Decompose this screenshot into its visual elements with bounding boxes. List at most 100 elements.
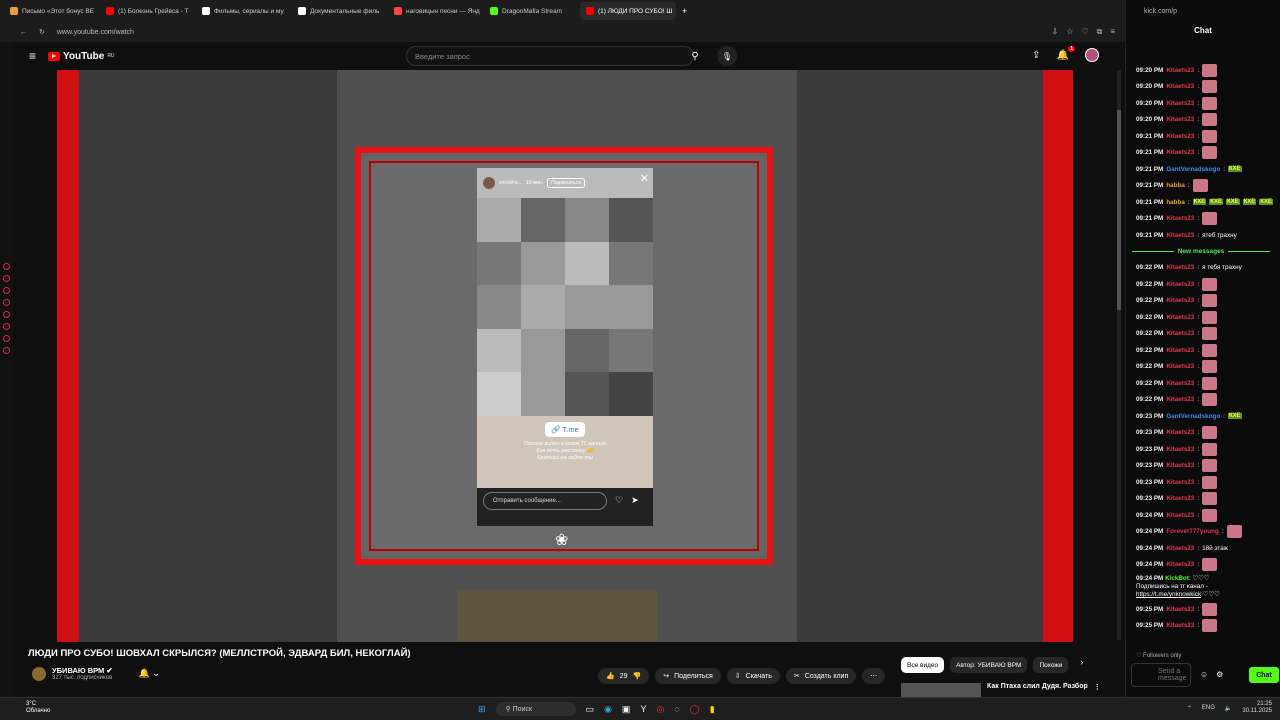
browser-tab[interactable]: (1) ЛЮДИ ПРО СУБО! Ш: [580, 2, 676, 20]
chat-username[interactable]: Kitaets23: [1166, 116, 1194, 123]
chat-username[interactable]: Kitaets23: [1166, 479, 1194, 486]
sidebar-app-icon[interactable]: [3, 347, 10, 354]
sidebar-app-icon[interactable]: [3, 287, 10, 294]
chat-username[interactable]: Kitaets23: [1166, 215, 1194, 222]
chat-username[interactable]: Kitaets23: [1166, 512, 1194, 519]
hamburger-menu-icon[interactable]: ≡: [29, 49, 36, 63]
sidebar-app-icon[interactable]: [3, 263, 10, 270]
weather-widget[interactable]: 3°C Облачно: [26, 701, 50, 715]
taskbar-search[interactable]: ⚲ Поиск: [495, 702, 576, 716]
browser-tab[interactable]: DragonMafia Stream: [484, 2, 580, 20]
chat-username[interactable]: Kitaets23: [1166, 347, 1194, 354]
menu-icon[interactable]: ≡: [1110, 27, 1115, 37]
chevron-right-icon[interactable]: ›: [1080, 657, 1083, 673]
chat-username[interactable]: Kitaets23: [1166, 100, 1194, 107]
channel-name[interactable]: УБИВАЮ ВРМ ✔: [52, 666, 113, 675]
clip-button[interactable]: ✂ Создать клип: [785, 668, 857, 684]
bookmark-icon[interactable]: ☆: [1066, 27, 1073, 37]
yandex-icon[interactable]: Y: [640, 704, 646, 714]
chat-username[interactable]: Kitaets23: [1166, 622, 1194, 629]
settings-icon[interactable]: ⚙: [1216, 670, 1223, 679]
chat-username[interactable]: Kitaets23: [1166, 297, 1194, 304]
chat-username[interactable]: KickBot: [1165, 575, 1189, 582]
more-button[interactable]: ⋯: [862, 668, 886, 684]
sidebar-app-icon[interactable]: [3, 275, 10, 282]
chat-send-button[interactable]: Chat: [1249, 667, 1279, 683]
chat-username[interactable]: Kitaets23: [1166, 330, 1194, 337]
chat-username[interactable]: Kitaets23: [1166, 545, 1194, 552]
sidebar-app-icon[interactable]: [3, 335, 10, 342]
chat-url[interactable]: kick.com/p: [1126, 0, 1280, 22]
browser-tab[interactable]: Документальные филь: [292, 2, 388, 20]
browser-tab[interactable]: наговицын песни — Янд: [388, 2, 484, 20]
download-button[interactable]: ⇩ Скачать: [726, 668, 780, 684]
browser-tab[interactable]: Письмо «Этот бонус ВЕ: [4, 2, 100, 20]
search-button[interactable]: ⚲: [680, 46, 710, 66]
more-icon[interactable]: ⋮: [1094, 683, 1101, 697]
recommended-title[interactable]: Как Птаха слил Дудя. Разбор: [987, 683, 1088, 697]
sidebar-app-icon[interactable]: [3, 299, 10, 306]
url-field[interactable]: www.youtube.com/watch: [57, 29, 134, 36]
link-sticker[interactable]: 🔗 T.me: [545, 422, 585, 437]
telegram-link[interactable]: https://t.me/ynknowkick: [1136, 591, 1201, 598]
avatar[interactable]: [1085, 48, 1099, 62]
sidebar-app-icon[interactable]: [3, 311, 10, 318]
chat-username[interactable]: Kitaets23: [1166, 133, 1194, 140]
chat-username[interactable]: Kitaets23: [1166, 83, 1194, 90]
chat-username[interactable]: GantVernadskogo: [1166, 166, 1220, 173]
youtube-logo[interactable]: YouTube RU: [48, 51, 115, 62]
video-thumbnail[interactable]: [901, 683, 981, 697]
sidebar-app-icon[interactable]: [3, 323, 10, 330]
thumbs-down-icon[interactable]: 👎: [633, 672, 642, 680]
chat-username[interactable]: habba: [1166, 199, 1185, 206]
chat-username[interactable]: Kitaets23: [1166, 446, 1194, 453]
heart-icon[interactable]: ♡: [1081, 27, 1088, 37]
voice-search-button[interactable]: 🎙: [717, 46, 737, 66]
upload-icon[interactable]: ⇪: [1032, 50, 1040, 61]
chat-username[interactable]: habba: [1166, 182, 1185, 189]
chat-username[interactable]: Kitaets23: [1166, 429, 1194, 436]
extensions-icon[interactable]: ⧉: [1097, 27, 1103, 37]
download-icon[interactable]: ⇩: [1052, 27, 1059, 37]
chat-username[interactable]: Kitaets23: [1166, 561, 1194, 568]
chat-username[interactable]: Forever777young: [1166, 528, 1219, 535]
chat-username[interactable]: Kitaets23: [1166, 281, 1194, 288]
back-icon[interactable]: ←: [20, 29, 27, 36]
chip-similar[interactable]: Похожи: [1033, 657, 1069, 673]
chevron-up-icon[interactable]: ⌃: [1187, 705, 1192, 712]
chat-username[interactable]: Kitaets23: [1166, 396, 1194, 403]
store-icon[interactable]: ▣: [622, 704, 631, 715]
heart-icon[interactable]: ♡: [615, 495, 623, 506]
app-icon[interactable]: ▮: [710, 704, 715, 715]
clock[interactable]: 21:25 30.11.2025: [1242, 701, 1272, 715]
browser-tab[interactable]: (1) Болезнь Грейвса - Т: [100, 2, 196, 20]
chat-username[interactable]: Kitaets23: [1166, 67, 1194, 74]
emote-icon[interactable]: ☺: [1200, 670, 1208, 679]
send-icon[interactable]: ➤: [631, 495, 639, 506]
windows-start-icon[interactable]: ⊞: [478, 704, 486, 715]
file-explorer-icon[interactable]: ▭: [586, 704, 595, 715]
chat-username[interactable]: Kitaets23: [1166, 380, 1194, 387]
volume-icon[interactable]: 🔈: [1225, 705, 1232, 712]
browser-tab[interactable]: Фильмы, сериалы и му: [196, 2, 292, 20]
browser-icon[interactable]: ◯: [690, 704, 700, 715]
chip-all-videos[interactable]: Все видео: [901, 657, 945, 673]
channel-avatar[interactable]: [32, 666, 46, 681]
chat-username[interactable]: Kitaets23: [1166, 149, 1194, 156]
chat-username[interactable]: Kitaets23: [1166, 495, 1194, 502]
subscription-bell-button[interactable]: 🔔 ⌄: [139, 668, 160, 679]
chat-input[interactable]: Send a message: [1131, 663, 1191, 687]
reply-input[interactable]: Отправить сообщение...: [483, 492, 607, 510]
chip-author[interactable]: Автор: УБИВАЮ ВРМ: [950, 657, 1028, 673]
chat-username[interactable]: Kitaets23: [1166, 462, 1194, 469]
chat-username[interactable]: Kitaets23: [1166, 606, 1194, 613]
close-icon[interactable]: ✕: [640, 172, 649, 185]
share-button[interactable]: ↪ Поделиться: [655, 668, 721, 684]
new-tab-button[interactable]: +: [682, 6, 687, 16]
search-input[interactable]: Введите запрос: [406, 46, 694, 66]
app-icon[interactable]: ◎: [656, 704, 664, 715]
subscribe-button[interactable]: Подписаться: [547, 178, 586, 188]
chat-username[interactable]: Kitaets23: [1166, 264, 1194, 271]
chat-username[interactable]: Kitaets23: [1166, 314, 1194, 321]
recommended-video[interactable]: Как Птаха слил Дудя. Разбор ⋮: [901, 683, 1101, 697]
